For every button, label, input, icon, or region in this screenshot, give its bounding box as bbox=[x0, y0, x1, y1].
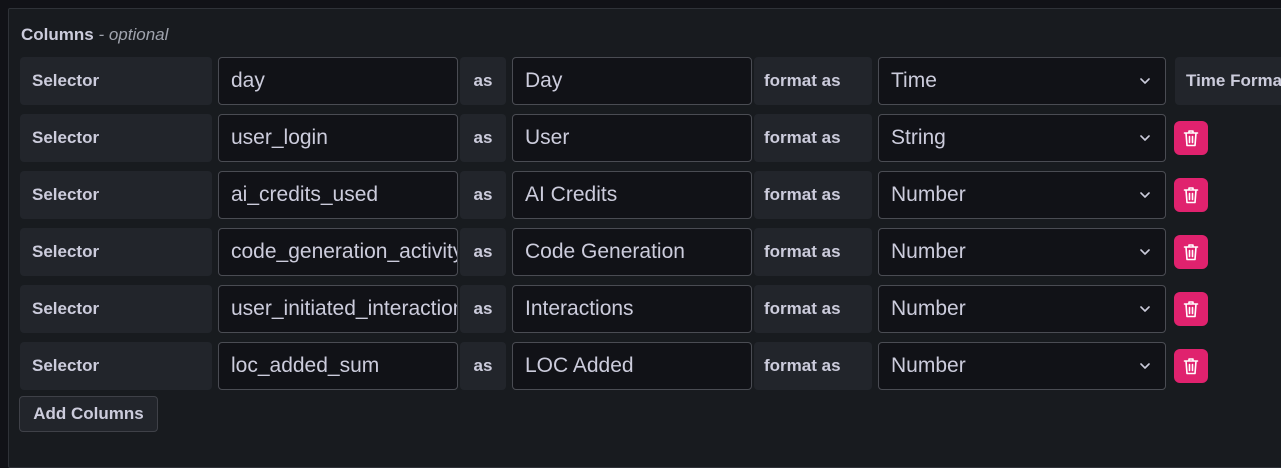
delete-column-button[interactable] bbox=[1174, 349, 1208, 383]
format-select[interactable]: Time bbox=[878, 57, 1166, 105]
format-as-label: format as bbox=[754, 285, 872, 333]
chevron-down-icon bbox=[1140, 249, 1150, 255]
chevron-down-icon bbox=[1140, 192, 1150, 198]
trash-icon bbox=[1183, 130, 1199, 147]
as-label: as bbox=[460, 57, 506, 105]
as-label: as bbox=[460, 342, 506, 390]
format-select[interactable]: Number bbox=[878, 228, 1166, 276]
delete-column-button[interactable] bbox=[1174, 235, 1208, 269]
format-select-value: Number bbox=[891, 297, 966, 320]
add-columns-button[interactable]: Add Columns bbox=[19, 396, 158, 432]
selector-label: Selector bbox=[20, 57, 212, 105]
format-select-value: Number bbox=[891, 183, 966, 206]
selector-label: Selector bbox=[20, 285, 212, 333]
delete-column-button[interactable] bbox=[1174, 292, 1208, 326]
selector-label: Selector bbox=[20, 342, 212, 390]
alias-input[interactable]: Day bbox=[512, 57, 752, 105]
trash-icon bbox=[1183, 301, 1199, 318]
format-select[interactable]: Number bbox=[878, 171, 1166, 219]
delete-column-button[interactable] bbox=[1174, 121, 1208, 155]
alias-input[interactable]: Interactions bbox=[512, 285, 752, 333]
chevron-down-icon bbox=[1140, 135, 1150, 141]
section-heading: Columns - optional bbox=[21, 25, 168, 45]
chevron-down-icon bbox=[1140, 306, 1150, 312]
chevron-down-icon bbox=[1140, 78, 1150, 84]
alias-input[interactable]: User bbox=[512, 114, 752, 162]
columns-panel: Columns - optional Selector day as Day f… bbox=[8, 8, 1281, 468]
selector-label: Selector bbox=[20, 228, 212, 276]
alias-input[interactable]: Code Generation bbox=[512, 228, 752, 276]
selector-input[interactable]: user_initiated_interaction_count bbox=[218, 285, 458, 333]
format-select-value: Number bbox=[891, 240, 966, 263]
section-title: Columns bbox=[21, 25, 94, 44]
format-as-label: format as bbox=[754, 171, 872, 219]
format-select[interactable]: Number bbox=[878, 285, 1166, 333]
time-format-label: Time Forma bbox=[1175, 57, 1281, 105]
as-label: as bbox=[460, 114, 506, 162]
trash-icon bbox=[1183, 244, 1199, 261]
format-as-label: format as bbox=[754, 57, 872, 105]
selector-input[interactable]: ai_credits_used bbox=[218, 171, 458, 219]
format-as-label: format as bbox=[754, 228, 872, 276]
format-as-label: format as bbox=[754, 114, 872, 162]
format-select-value: String bbox=[891, 126, 946, 149]
trash-icon bbox=[1183, 358, 1199, 375]
selector-input[interactable]: loc_added_sum bbox=[218, 342, 458, 390]
format-as-label: format as bbox=[754, 342, 872, 390]
as-label: as bbox=[460, 171, 506, 219]
alias-input[interactable]: LOC Added bbox=[512, 342, 752, 390]
format-select[interactable]: Number bbox=[878, 342, 1166, 390]
selector-label: Selector bbox=[20, 114, 212, 162]
delete-column-button[interactable] bbox=[1174, 178, 1208, 212]
as-label: as bbox=[460, 228, 506, 276]
optional-label: - optional bbox=[98, 25, 169, 44]
format-select-value: Time bbox=[891, 69, 937, 92]
format-select[interactable]: String bbox=[878, 114, 1166, 162]
chevron-down-icon bbox=[1140, 363, 1150, 369]
as-label: as bbox=[460, 285, 506, 333]
selector-input[interactable]: code_generation_activity_count bbox=[218, 228, 458, 276]
selector-input[interactable]: day bbox=[218, 57, 458, 105]
format-select-value: Number bbox=[891, 354, 966, 377]
trash-icon bbox=[1183, 187, 1199, 204]
alias-input[interactable]: AI Credits bbox=[512, 171, 752, 219]
selector-label: Selector bbox=[20, 171, 212, 219]
selector-input[interactable]: user_login bbox=[218, 114, 458, 162]
